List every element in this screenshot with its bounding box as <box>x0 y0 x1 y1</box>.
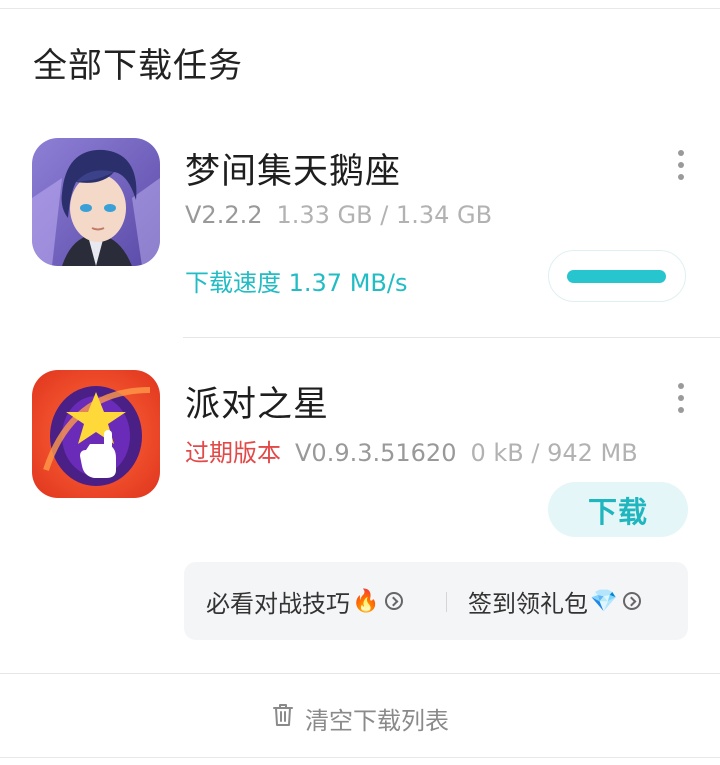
promo-box: 必看对战技巧 🔥 签到领礼包 💎 <box>184 562 688 640</box>
download-size: 1.33 GB / 1.34 GB <box>276 201 493 229</box>
bottom-divider <box>0 757 720 758</box>
clear-list-label: 清空下载列表 <box>305 706 449 735</box>
more-options-icon[interactable] <box>676 150 686 180</box>
progress-bar <box>567 270 666 283</box>
progress-button[interactable] <box>548 250 686 302</box>
chevron-right-icon <box>623 592 642 610</box>
download-speed: 下载速度 1.37 MB/s <box>185 269 408 297</box>
section-title: 全部下载任务 <box>33 46 243 86</box>
download-size: 0 kB / 942 MB <box>470 439 638 467</box>
promo-separator <box>446 592 447 612</box>
more-options-icon[interactable] <box>676 383 686 413</box>
download-page: 全部下载任务 梦间集天鹅座 V2.2.2 1.33 GB / 1.34 GB 下… <box>0 0 720 765</box>
chevron-right-icon <box>385 592 404 610</box>
promo-link-gift[interactable]: 签到领礼包 💎 <box>468 562 642 640</box>
download-button[interactable]: 下载 <box>548 482 688 537</box>
clear-list-button[interactable]: 清空下载列表 <box>0 698 720 738</box>
app-meta: V2.2.2 1.33 GB / 1.34 GB <box>185 201 492 229</box>
diamond-icon: 💎 <box>590 588 618 614</box>
footer-divider <box>0 673 720 674</box>
expired-badge: 过期版本 <box>185 439 281 467</box>
anime-character-icon[interactable] <box>32 138 160 266</box>
task-divider <box>183 337 720 338</box>
trash-icon <box>271 702 295 734</box>
app-version: V0.9.3.51620 <box>295 439 457 467</box>
promo-label: 签到领礼包 <box>468 589 588 618</box>
promo-label: 必看对战技巧 <box>206 589 350 618</box>
app-meta: 过期版本 V0.9.3.51620 0 kB / 942 MB <box>185 433 638 468</box>
app-name[interactable]: 梦间集天鹅座 <box>185 143 401 194</box>
top-divider <box>0 8 720 9</box>
star-game-icon[interactable] <box>32 370 160 498</box>
app-name[interactable]: 派对之星 <box>185 376 329 427</box>
fire-icon: 🔥 <box>352 588 380 614</box>
promo-link-tips[interactable]: 必看对战技巧 🔥 <box>206 562 404 640</box>
app-version: V2.2.2 <box>185 201 263 229</box>
